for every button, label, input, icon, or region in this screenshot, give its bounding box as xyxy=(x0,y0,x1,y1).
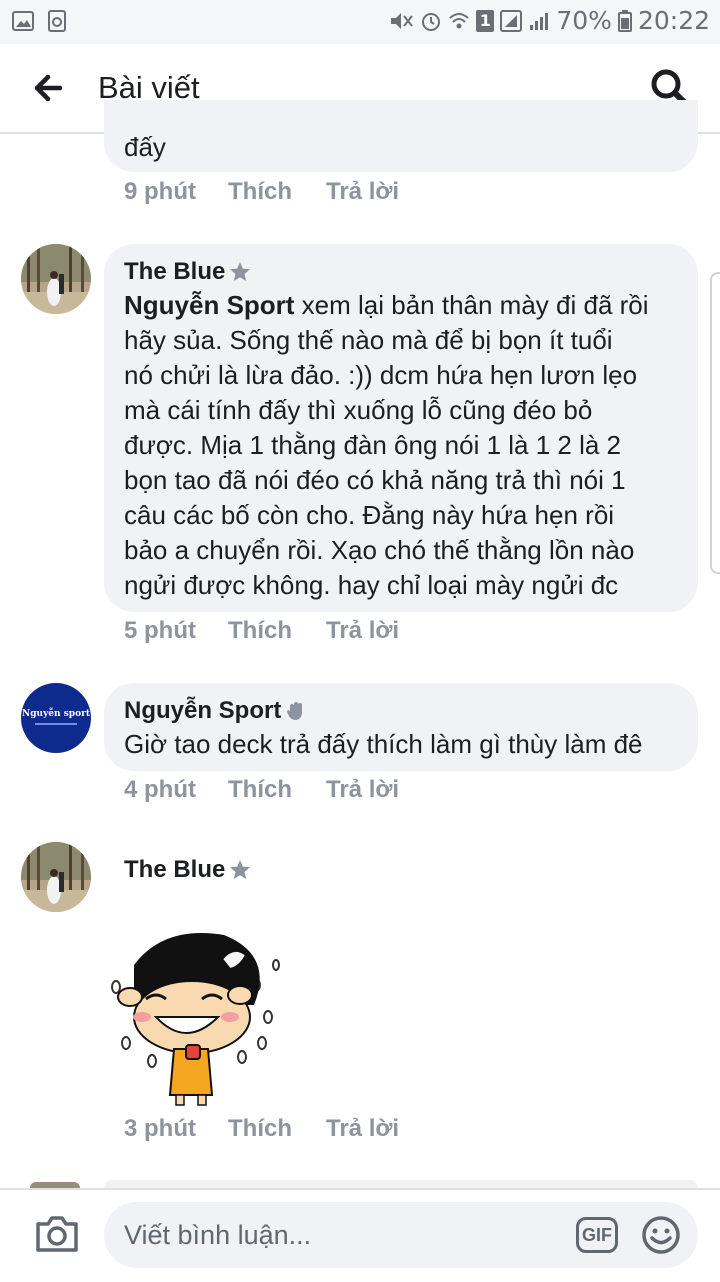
comment-time: 5 phút xyxy=(124,617,196,644)
recycle-icon xyxy=(48,10,66,32)
comment-actions: 3 phút Thích Trả lời xyxy=(124,1115,399,1143)
mention-link[interactable]: Nguyễn Sport xyxy=(124,290,294,320)
emoji-icon[interactable] xyxy=(640,1214,682,1256)
avatar[interactable] xyxy=(21,842,91,912)
like-button[interactable]: Thích xyxy=(228,617,326,645)
comment-line: mà cái tính đấy thì xuống lỗ cũng đéo bỏ xyxy=(124,395,593,425)
comment-line: được. Mịa 1 thằng đàn ông nói 1 là 1 2 l… xyxy=(124,430,622,460)
sim-slot-badge: 1 xyxy=(476,9,495,32)
gif-button[interactable]: GIF xyxy=(576,1217,618,1253)
like-button[interactable]: Thích xyxy=(228,776,326,804)
signal-box-icon xyxy=(500,9,523,32)
comment-text: Giờ tao deck trả đấy thích làm gì thùy l… xyxy=(124,729,643,759)
star-badge-icon xyxy=(230,860,251,879)
comment-author[interactable]: The Blue xyxy=(124,258,225,286)
comment-line: nó chửi là lừa đảo. :)) dcm hứa hẹn lươn… xyxy=(124,360,638,390)
reply-button[interactable]: Trả lời xyxy=(326,178,399,206)
comment-composer: Viết bình luận... GIF xyxy=(0,1188,720,1282)
comment-author-wrap: The Blue xyxy=(124,258,251,286)
gallery-icon xyxy=(12,11,34,31)
comment-time: 3 phút xyxy=(124,1115,196,1142)
comment-time: 9 phút xyxy=(124,178,196,205)
battery-percent: 70% xyxy=(556,6,612,35)
comment-actions: 4 phút Thích Trả lời xyxy=(124,776,399,804)
comment-bubble: đấy xyxy=(104,100,698,172)
comment-author[interactable]: Nguyễn Sport xyxy=(124,697,281,725)
status-bar: 1 70% 20:22 xyxy=(0,0,720,44)
alarm-icon xyxy=(422,12,441,31)
comment-line: xem lại bản thân mày đi đã rồi xyxy=(294,290,649,320)
avatar[interactable] xyxy=(21,244,91,314)
laughing-sticker[interactable] xyxy=(104,925,288,1109)
comment-bubble: Nguyễn Sport Giờ tao deck trả đấy thích … xyxy=(104,683,698,771)
scroll-indicator xyxy=(710,272,720,574)
comment-line: bảo a chuyển rồi. Xạo chó thế thằng lồn … xyxy=(124,535,635,565)
comment-input-placeholder: Viết bình luận... xyxy=(124,1220,312,1250)
battery-icon xyxy=(617,9,632,32)
next-comment-peek xyxy=(104,1180,698,1188)
clock: 20:22 xyxy=(637,6,710,35)
comment-header: The Blue xyxy=(124,856,251,884)
like-button[interactable]: Thích xyxy=(228,1115,326,1143)
comment-actions: 9 phút Thích Trả lời xyxy=(124,178,399,206)
reply-button[interactable]: Trả lời xyxy=(326,776,399,804)
signal-bars-icon xyxy=(530,12,549,30)
reply-button[interactable]: Trả lời xyxy=(326,617,399,645)
mute-icon xyxy=(391,12,414,29)
comment-text: Nguyễn Sport xem lại bản thân mày đi đã … xyxy=(124,288,694,603)
wifi-icon xyxy=(449,12,470,28)
comment-author-wrap: The Blue xyxy=(124,856,251,884)
comment-line: hãy sủa. Sống thế nào mà để bị bọn ít tu… xyxy=(124,325,613,355)
comment-line: ngửi được không. hay chỉ loại mày ngửi đ… xyxy=(124,570,619,600)
comment-bubble: The Blue Nguyễn Sport xem lại bản thân m… xyxy=(104,244,698,612)
star-badge-icon xyxy=(230,262,251,281)
comment-text: đấy xyxy=(124,132,166,162)
comment-line: câu các bố còn cho. Đằng này hứa hẹn rồi xyxy=(124,500,615,530)
avatar-logo-text: Nguyễn sport xyxy=(22,709,90,719)
comment-line: bọn tao đã nói đéo có khả năng trả thì n… xyxy=(124,465,626,495)
comment-time: 4 phút xyxy=(124,776,196,803)
camera-icon[interactable] xyxy=(34,1212,80,1256)
comment-author[interactable]: The Blue xyxy=(124,856,225,884)
back-arrow-icon[interactable] xyxy=(30,68,70,108)
avatar[interactable]: Nguyễn sport xyxy=(21,683,91,753)
comment-author-wrap: Nguyễn Sport xyxy=(124,697,307,725)
wave-hand-icon xyxy=(287,702,303,720)
comment-actions: 5 phút Thích Trả lời xyxy=(124,617,399,645)
like-button[interactable]: Thích xyxy=(228,178,326,206)
reply-button[interactable]: Trả lời xyxy=(326,1115,399,1143)
comment-input[interactable]: Viết bình luận... GIF xyxy=(104,1202,698,1268)
